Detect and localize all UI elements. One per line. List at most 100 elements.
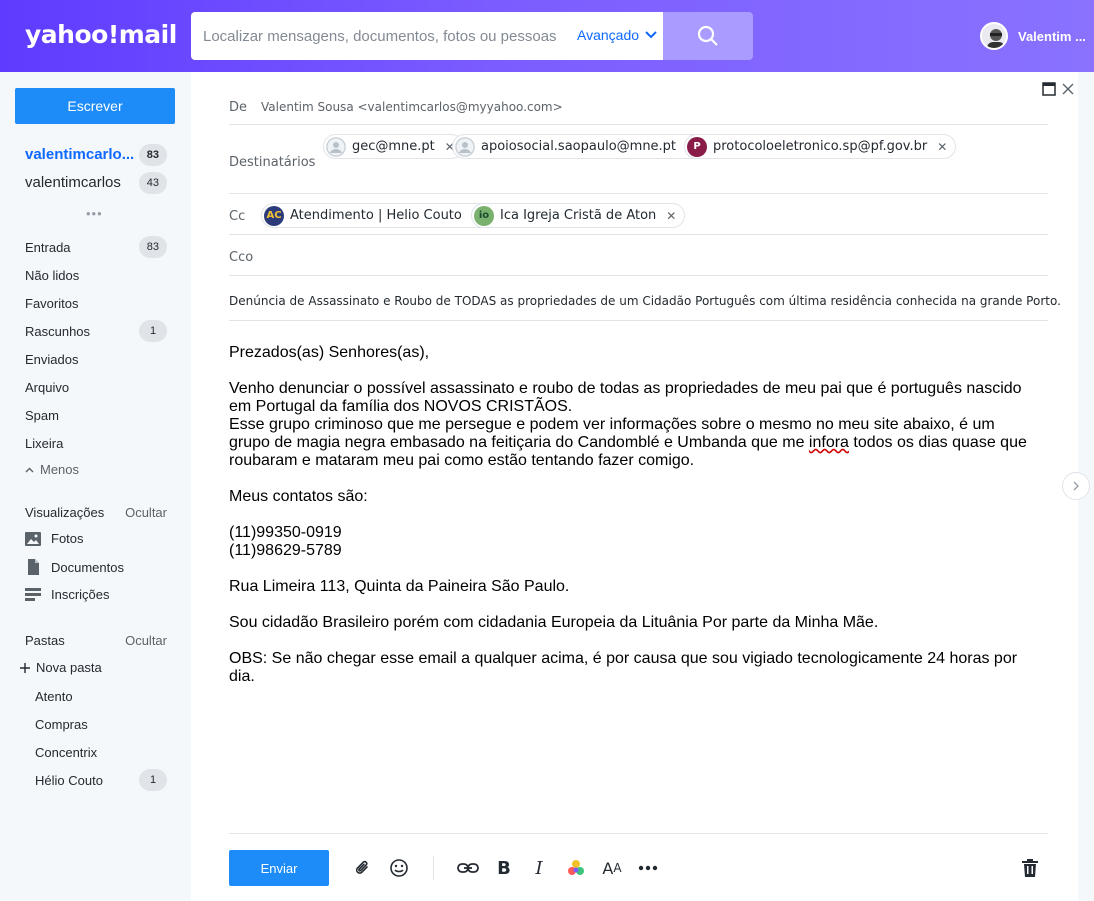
plus-icon: [20, 662, 30, 673]
view-documents-label: Documentos: [51, 559, 124, 575]
folder-drafts-count: 1: [139, 320, 167, 342]
cc-chip[interactable]: io Ica Igreja Cristã de Aton ✕: [471, 203, 686, 228]
phone-2: (11)98629-5789: [229, 542, 342, 559]
folder-sent[interactable]: Enviados: [25, 352, 78, 367]
avatar: AC: [264, 205, 284, 226]
close-icon[interactable]: [1062, 83, 1074, 95]
account-secondary[interactable]: valentimcarlos: [25, 174, 121, 191]
new-folder-button[interactable]: Nova pasta: [20, 660, 102, 675]
folder-drafts[interactable]: Rascunhos: [25, 324, 90, 339]
attach-button[interactable]: [351, 856, 375, 880]
subject-row[interactable]: Denúncia de Assassinato e Roubo de TODAS…: [229, 276, 1061, 321]
cc-label: Cc: [229, 209, 246, 224]
more-options-button[interactable]: [636, 856, 660, 880]
views-hide-button[interactable]: Ocultar: [125, 505, 167, 520]
from-row: De Valentim Sousa <valentimcarlos@myyaho…: [229, 90, 1048, 125]
discard-button[interactable]: [1018, 856, 1042, 880]
sidebar: Escrever valentimcarlo... 83 valentimcar…: [0, 72, 191, 901]
folder-inbox-count: 83: [138, 236, 167, 258]
less-toggle[interactable]: Menos: [25, 462, 79, 477]
subscriptions-icon: [25, 587, 41, 601]
subject-field[interactable]: Denúncia de Assassinato e Roubo de TODAS…: [229, 294, 1061, 308]
emoji-button[interactable]: [387, 856, 411, 880]
bold-icon[interactable]: B: [492, 856, 516, 880]
chevron-up-icon: [25, 467, 34, 472]
cc-row[interactable]: Cc AC Atendimento | Helio Couto ✕ io Ica…: [229, 194, 1048, 235]
search-input[interactable]: [203, 24, 563, 48]
view-subscriptions-label: Inscrições: [51, 587, 110, 602]
user-folder-atento[interactable]: Atento: [35, 689, 73, 704]
remove-recipient-icon[interactable]: ✕: [937, 140, 947, 154]
color-button[interactable]: [564, 856, 588, 880]
folder-archive[interactable]: Arquivo: [25, 380, 69, 395]
insert-link-button[interactable]: [456, 856, 480, 880]
recipient-chip[interactable]: P protocoloeletronico.sp@pf.gov.br ✕: [684, 134, 957, 159]
body-greeting: Prezados(as) Senhores(as),: [229, 344, 430, 361]
italic-icon[interactable]: I: [527, 856, 551, 880]
expand-right-panel-button[interactable]: [1062, 472, 1090, 500]
account-primary-count: 83: [138, 144, 167, 166]
less-label: Menos: [40, 462, 80, 477]
avatar: [326, 136, 346, 157]
cc-chip[interactable]: AC Atendimento | Helio Couto ✕: [261, 203, 491, 228]
view-photos-label: Fotos: [51, 531, 84, 546]
recipient-chip[interactable]: gec@mne.pt ✕: [323, 134, 464, 159]
compose-button[interactable]: Escrever: [15, 88, 175, 124]
message-body[interactable]: Prezados(as) Senhores(as), Venho denunci…: [229, 344, 1048, 704]
body-paragraph: Venho denunciar o possível assassinato e…: [229, 380, 1027, 469]
avatar: [455, 136, 475, 157]
document-icon: [28, 559, 39, 575]
send-button[interactable]: Enviar: [229, 850, 329, 886]
link-icon: [457, 863, 479, 873]
folders-section-title: Pastas: [25, 633, 65, 648]
view-subscriptions[interactable]: Inscrições: [25, 587, 110, 602]
body-citizenship: Sou cidadão Brasileiro porém com cidadan…: [229, 614, 879, 631]
user-folder-concentrix[interactable]: Concentrix: [35, 745, 97, 760]
avatar: P: [687, 136, 707, 157]
advanced-search-toggle[interactable]: Avançado: [577, 27, 657, 43]
view-photos[interactable]: Fotos: [25, 531, 84, 546]
folder-unread[interactable]: Não lidos: [25, 268, 79, 283]
user-folder-compras[interactable]: Compras: [35, 717, 88, 732]
to-label: Destinatários: [229, 155, 316, 170]
more-accounts-dots[interactable]: •••: [86, 206, 103, 221]
recipient-email: apoiosocial.saopaulo@mne.pt: [481, 139, 677, 154]
folder-starred[interactable]: Favoritos: [25, 296, 78, 311]
color-palette-icon: [568, 860, 584, 875]
account-primary[interactable]: valentimcarlo...: [25, 146, 134, 163]
folder-inbox[interactable]: Entrada: [25, 240, 71, 255]
bcc-row[interactable]: Cco: [229, 235, 1048, 276]
body-address: Rua Limeira 113, Quinta da Paineira São …: [229, 578, 570, 595]
search-button[interactable]: [663, 12, 753, 60]
avatar: io: [474, 205, 494, 226]
account-secondary-count: 43: [138, 172, 167, 194]
body-phones: (11)99350-0919 (11)98629-5789: [229, 524, 1048, 560]
bcc-label: Cco: [229, 250, 254, 265]
view-documents[interactable]: Documentos: [25, 559, 124, 575]
user-folder-helio-couto[interactable]: Hélio Couto: [35, 773, 103, 788]
to-row[interactable]: Destinatários gec@mne.pt ✕ apoiosocial.s…: [229, 125, 1048, 194]
folder-spam[interactable]: Spam: [25, 408, 59, 423]
user-menu[interactable]: Valentim ...: [980, 22, 1086, 50]
misspelled-word[interactable]: infora: [809, 434, 849, 451]
remove-cc-icon[interactable]: ✕: [666, 209, 676, 223]
chevron-down-icon: [645, 31, 657, 39]
recipient-chip[interactable]: apoiosocial.saopaulo@mne.pt ✕: [452, 134, 706, 159]
paperclip-icon: [355, 860, 368, 874]
new-folder-label: Nova pasta: [36, 660, 102, 675]
folder-trash[interactable]: Lixeira: [25, 436, 63, 451]
search-box: Avançado: [191, 12, 663, 60]
from-value[interactable]: Valentim Sousa <valentimcarlos@myyahoo.c…: [261, 100, 563, 114]
recipient-email: gec@mne.pt: [352, 139, 435, 154]
recipient-email: protocoloeletronico.sp@pf.gov.br: [713, 139, 928, 154]
toolbar-separator: [433, 856, 434, 880]
font-size-icon[interactable]: AA: [600, 856, 624, 880]
views-section-title: Visualizações: [25, 505, 105, 520]
top-bar: yahoo!mail Avançado Valentim ...: [0, 0, 1094, 72]
folders-hide-button[interactable]: Ocultar: [125, 633, 167, 648]
yahoo-mail-logo[interactable]: yahoo!mail: [25, 20, 177, 49]
photo-icon: [25, 531, 41, 546]
search-icon: [697, 25, 718, 46]
advanced-label: Avançado: [577, 27, 640, 43]
toolbar-divider: [229, 833, 1048, 834]
